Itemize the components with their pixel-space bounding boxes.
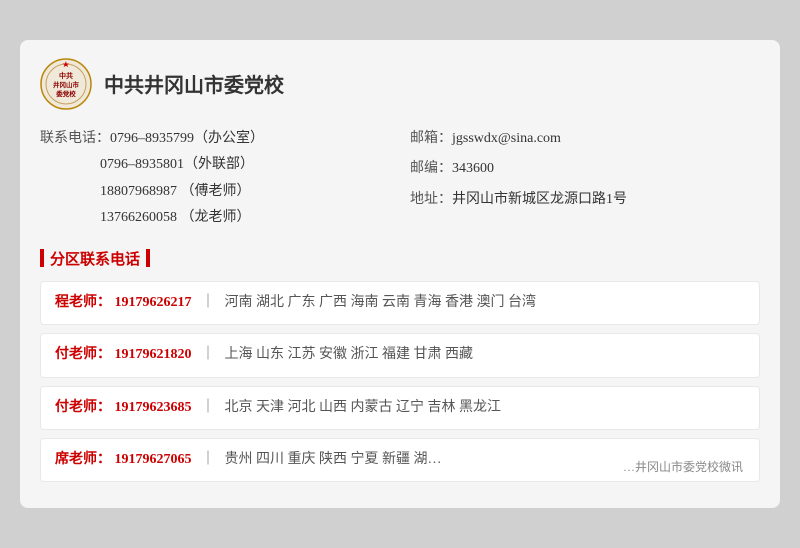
address-row: 地址：井冈山市新城区龙源口路1号 bbox=[410, 187, 760, 214]
phone-label: 联系电话： bbox=[40, 131, 110, 146]
phone-row-3: 18807968987 （傅老师） bbox=[40, 179, 390, 206]
regions-1: 上海 山东 江苏 安徽 浙江 福建 甘肃 西藏 bbox=[225, 347, 474, 362]
phone-row-1: 联系电话：0796–8935799（办公室） bbox=[40, 126, 390, 153]
contact-item-3: 席老师： 19179627065 ｜ 贵州 四川 重庆 陕西 宁夏 新疆 湖… … bbox=[40, 438, 760, 482]
header: 中共 井冈山市 委党校 中共井冈山市委党校 bbox=[40, 58, 760, 110]
teacher-3: 席老师： bbox=[55, 452, 111, 467]
svg-text:中共: 中共 bbox=[59, 71, 73, 80]
phone-row-4: 13766260058 （龙老师） bbox=[40, 205, 390, 232]
teacher-1: 付老师： bbox=[55, 347, 111, 362]
divider-bar-left bbox=[40, 249, 44, 267]
svg-text:委党校: 委党校 bbox=[55, 89, 76, 98]
info-section: 联系电话：0796–8935799（办公室） 0796–8935801（外联部）… bbox=[40, 126, 760, 232]
teacher-0: 程老师： bbox=[55, 295, 111, 310]
regions-2: 北京 天津 河北 山西 内蒙古 辽宁 吉林 黑龙江 bbox=[225, 400, 502, 415]
regions-0: 河南 湖北 广东 广西 海南 云南 青海 香港 澳门 台湾 bbox=[225, 295, 537, 310]
postcode-row: 邮编：343600 bbox=[410, 156, 760, 183]
separator-2: ｜ bbox=[201, 400, 215, 415]
separator-3: ｜ bbox=[201, 452, 215, 467]
regions-3: 贵州 四川 重庆 陕西 宁夏 新疆 湖… bbox=[225, 452, 442, 467]
svg-text:井冈山市: 井冈山市 bbox=[53, 80, 80, 89]
org-name: 中共井冈山市委党校 bbox=[104, 69, 284, 98]
address-label: 地址： bbox=[410, 192, 452, 207]
contact-item-1: 付老师： 19179621820 ｜ 上海 山东 江苏 安徽 浙江 福建 甘肃 … bbox=[40, 333, 760, 377]
phone-1: 19179621820 bbox=[115, 347, 192, 362]
org-logo: 中共 井冈山市 委党校 bbox=[40, 58, 92, 110]
email-label: 邮箱： bbox=[410, 131, 452, 146]
separator-1: ｜ bbox=[201, 347, 215, 362]
section-divider: 分区联系电话 bbox=[40, 248, 760, 269]
divider-bar-right bbox=[146, 249, 150, 267]
postcode-label: 邮编： bbox=[410, 161, 452, 176]
phone-3: 19179627065 bbox=[115, 452, 192, 467]
email-row: 邮箱：jgsswdx@sina.com bbox=[410, 126, 760, 153]
separator-0: ｜ bbox=[201, 295, 215, 310]
contact-item-2: 付老师： 19179623685 ｜ 北京 天津 河北 山西 内蒙古 辽宁 吉林… bbox=[40, 386, 760, 430]
info-right: 邮箱：jgsswdx@sina.com 邮编：343600 地址：井冈山市新城区… bbox=[410, 126, 760, 232]
phone-row-2: 0796–8935801（外联部） bbox=[40, 152, 390, 179]
contact-list: 程老师： 19179626217 ｜ 河南 湖北 广东 广西 海南 云南 青海 … bbox=[40, 281, 760, 491]
watermark: …井冈山市委党校微讯 bbox=[617, 456, 749, 479]
main-card: 中共 井冈山市 委党校 中共井冈山市委党校 联系电话：0796–8935799（… bbox=[20, 40, 780, 509]
contact-item-0: 程老师： 19179626217 ｜ 河南 湖北 广东 广西 海南 云南 青海 … bbox=[40, 281, 760, 325]
section-title: 分区联系电话 bbox=[50, 248, 140, 269]
phone-2: 19179623685 bbox=[115, 400, 192, 415]
teacher-2: 付老师： bbox=[55, 400, 111, 415]
phone-0: 19179626217 bbox=[115, 295, 192, 310]
info-left: 联系电话：0796–8935799（办公室） 0796–8935801（外联部）… bbox=[40, 126, 390, 232]
